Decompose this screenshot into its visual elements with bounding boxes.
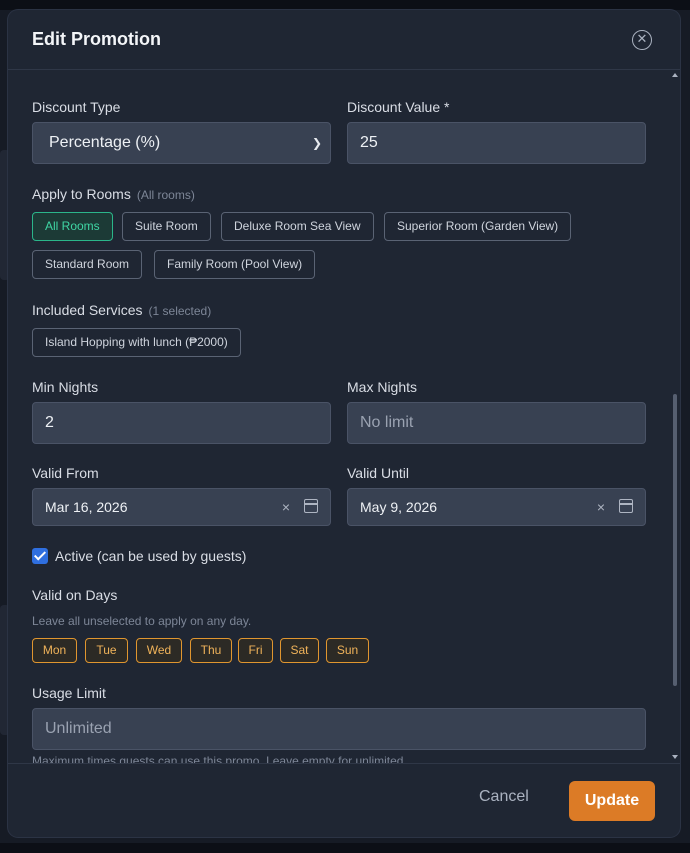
room-chip-all-rooms[interactable]: All Rooms — [32, 212, 113, 241]
room-chip-superior-garden-view[interactable]: Superior Room (Garden View) — [384, 212, 572, 241]
day-chip-wed[interactable]: Wed — [136, 638, 182, 663]
clear-date-icon[interactable]: × — [282, 489, 290, 525]
included-services-text: Included Services — [32, 302, 143, 318]
valid-until-input[interactable]: May 9, 2026 × — [347, 488, 646, 526]
day-chip-thu[interactable]: Thu — [190, 638, 232, 663]
clear-date-icon[interactable]: × — [597, 489, 605, 525]
valid-on-days-label: Valid on Days — [32, 587, 118, 603]
apply-to-rooms-text: Apply to Rooms — [32, 186, 131, 202]
room-chip-deluxe-sea-view[interactable]: Deluxe Room Sea View — [221, 212, 374, 241]
max-nights-input[interactable]: No limit — [347, 402, 646, 444]
day-chip-sun[interactable]: Sun — [326, 638, 369, 663]
close-icon[interactable]: ✕ — [632, 30, 652, 50]
day-chip-fri[interactable]: Fri — [238, 638, 273, 663]
discount-type-value: Percentage (%) — [49, 134, 161, 151]
valid-until-value: May 9, 2026 — [360, 499, 438, 515]
active-checkbox[interactable] — [32, 548, 48, 564]
valid-until-label: Valid Until — [347, 465, 409, 481]
usage-limit-label: Usage Limit — [32, 685, 106, 701]
cancel-button[interactable]: Cancel — [479, 788, 529, 806]
services-hint: (1 selected) — [148, 304, 212, 318]
day-chip-tue[interactable]: Tue — [85, 638, 128, 663]
discount-type-label: Discount Type — [32, 99, 121, 115]
calendar-icon[interactable] — [619, 499, 633, 513]
rooms-hint: (All rooms) — [136, 188, 195, 202]
modal-title: Edit Promotion — [32, 29, 161, 49]
valid-from-label: Valid From — [32, 465, 99, 481]
active-checkbox-label[interactable]: Active (can be used by guests) — [55, 548, 246, 564]
room-chip-standard-room[interactable]: Standard Room — [32, 250, 143, 279]
min-nights-input[interactable]: 2 — [32, 402, 331, 444]
day-chip-mon[interactable]: Mon — [32, 638, 77, 663]
usage-limit-input[interactable]: Unlimited — [32, 708, 646, 750]
scroll-up-arrow[interactable] — [672, 73, 678, 77]
valid-from-input[interactable]: Mar 16, 2026 × — [32, 488, 331, 526]
scroll-down-arrow[interactable] — [672, 755, 678, 759]
room-chip-suite-room[interactable]: Suite Room — [122, 212, 211, 241]
scrollbar-thumb[interactable] — [673, 394, 677, 686]
min-nights-label: Min Nights — [32, 379, 99, 395]
included-services-label: Included Services (1 selected) — [32, 302, 211, 318]
discount-type-select[interactable]: Percentage (%) ❯ — [32, 122, 331, 164]
max-nights-label: Max Nights — [347, 379, 418, 395]
room-chip-family-pool-view[interactable]: Family Room (Pool View) — [154, 250, 316, 279]
day-chip-sat[interactable]: Sat — [280, 638, 319, 663]
discount-value-input[interactable]: 25 — [347, 122, 646, 164]
valid-from-value: Mar 16, 2026 — [45, 499, 128, 515]
discount-value-label: Discount Value * — [347, 99, 450, 115]
usage-limit-hint: Maximum times guests can use this promo.… — [32, 754, 407, 763]
modal-header: Edit Promotion ✕ — [8, 10, 680, 70]
chevron-down-icon: ❯ — [311, 136, 322, 150]
edit-promotion-modal: Edit Promotion ✕ Discount Type Percentag… — [8, 10, 680, 837]
service-chip-island-hopping[interactable]: Island Hopping with lunch (₱2000) — [32, 328, 241, 357]
modal-footer: Cancel Update — [8, 763, 680, 837]
apply-to-rooms-label: Apply to Rooms (All rooms) — [32, 186, 195, 202]
modal-body: Discount Type Percentage (%) ❯ Discount … — [8, 71, 680, 763]
valid-on-days-hint: Leave all unselected to apply on any day… — [32, 614, 252, 628]
calendar-icon[interactable] — [304, 499, 318, 513]
update-button[interactable]: Update — [569, 781, 655, 821]
